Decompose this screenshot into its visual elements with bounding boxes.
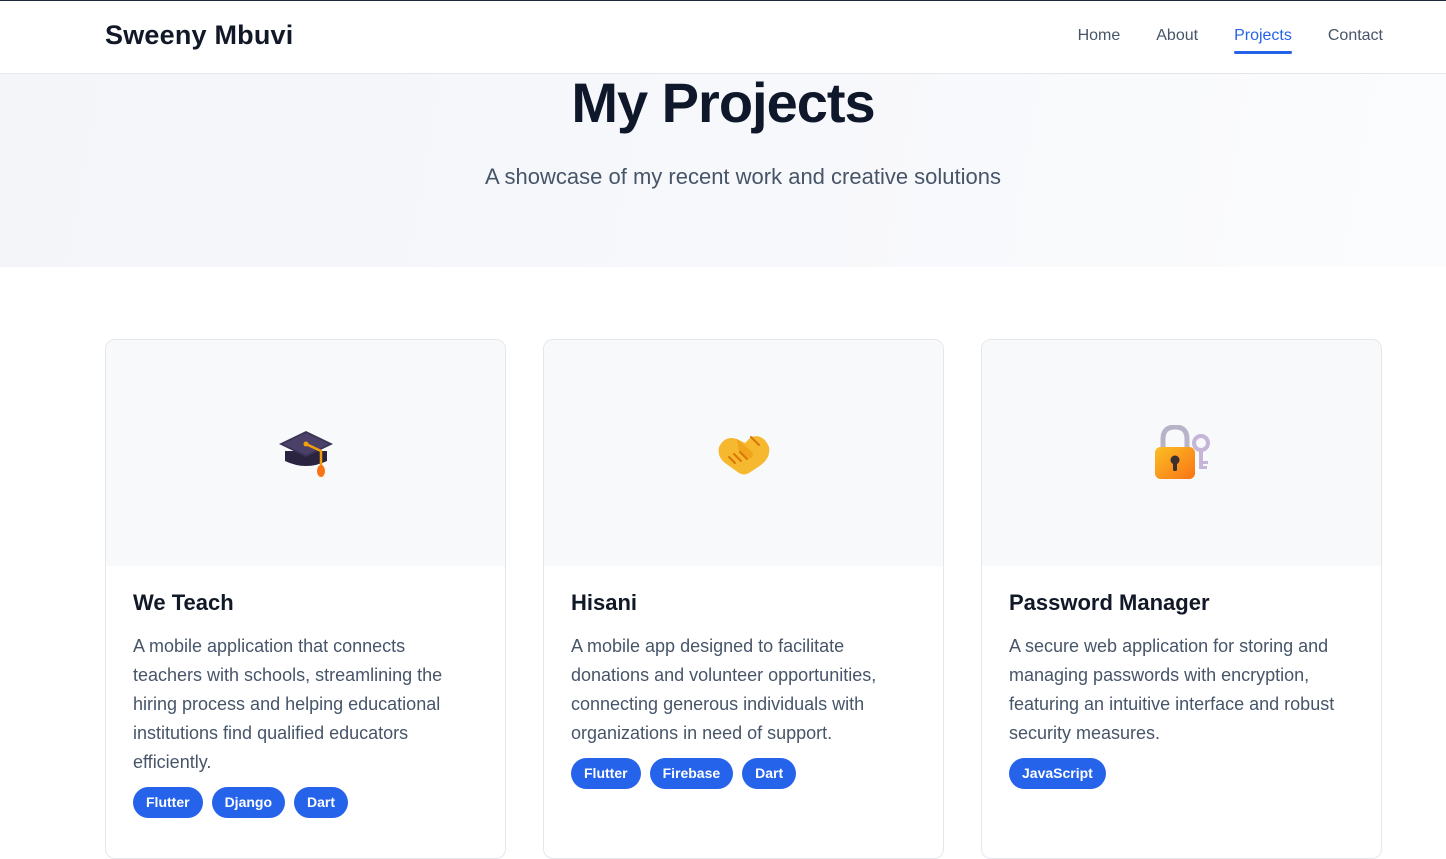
tag-list: Flutter Django Dart xyxy=(133,787,478,818)
nav-projects[interactable]: Projects xyxy=(1234,27,1292,54)
project-title[interactable]: We Teach xyxy=(133,590,478,616)
site-header: Sweeny Mbuvi Home About Projects Contact xyxy=(0,1,1446,74)
main-nav: Home About Projects Contact xyxy=(1078,27,1383,54)
tag-django[interactable]: Django xyxy=(211,787,286,818)
graduation-cap-icon xyxy=(278,431,333,477)
nav-about[interactable]: About xyxy=(1156,27,1198,53)
tag-flutter[interactable]: Flutter xyxy=(133,787,203,818)
tag-list: Flutter Firebase Dart xyxy=(571,758,916,789)
card-body: Password Manager A secure web applicatio… xyxy=(982,566,1381,789)
tag-dart[interactable]: Dart xyxy=(294,787,349,818)
nav-contact[interactable]: Contact xyxy=(1328,27,1383,53)
tag-javascript[interactable]: JavaScript xyxy=(1009,758,1106,789)
project-media xyxy=(106,340,505,566)
nav-home[interactable]: Home xyxy=(1078,27,1121,53)
hero-section: My Projects A showcase of my recent work… xyxy=(0,71,1446,267)
project-description: A mobile app designed to facilitate dona… xyxy=(571,636,877,743)
project-card-we-teach[interactable]: We Teach A mobile application that conne… xyxy=(105,339,506,859)
project-description: A mobile application that connects teach… xyxy=(133,636,443,772)
project-media xyxy=(544,340,943,566)
tag-firebase[interactable]: Firebase xyxy=(649,758,734,789)
tag-dart[interactable]: Dart xyxy=(742,758,797,789)
page-subtitle: A showcase of my recent work and creativ… xyxy=(484,164,1002,189)
tag-flutter[interactable]: Flutter xyxy=(571,758,641,789)
project-description: A secure web application for storing and… xyxy=(1009,636,1335,743)
card-body: We Teach A mobile application that conne… xyxy=(106,566,505,818)
tag-list: JavaScript xyxy=(1009,758,1354,789)
page-title: My Projects xyxy=(571,71,875,134)
project-card-password-manager[interactable]: Password Manager A secure web applicatio… xyxy=(981,339,1382,859)
project-card-hisani[interactable]: Hisani A mobile app designed to facilita… xyxy=(543,339,944,859)
brand-name[interactable]: Sweeny Mbuvi xyxy=(105,20,293,51)
handshake-icon xyxy=(718,436,769,475)
lock-with-key-icon xyxy=(1154,425,1210,479)
project-media xyxy=(982,340,1381,566)
card-body: Hisani A mobile app designed to facilita… xyxy=(544,566,943,789)
projects-grid: We Teach A mobile application that conne… xyxy=(105,339,1382,859)
project-title[interactable]: Password Manager xyxy=(1009,590,1354,616)
project-title[interactable]: Hisani xyxy=(571,590,916,616)
